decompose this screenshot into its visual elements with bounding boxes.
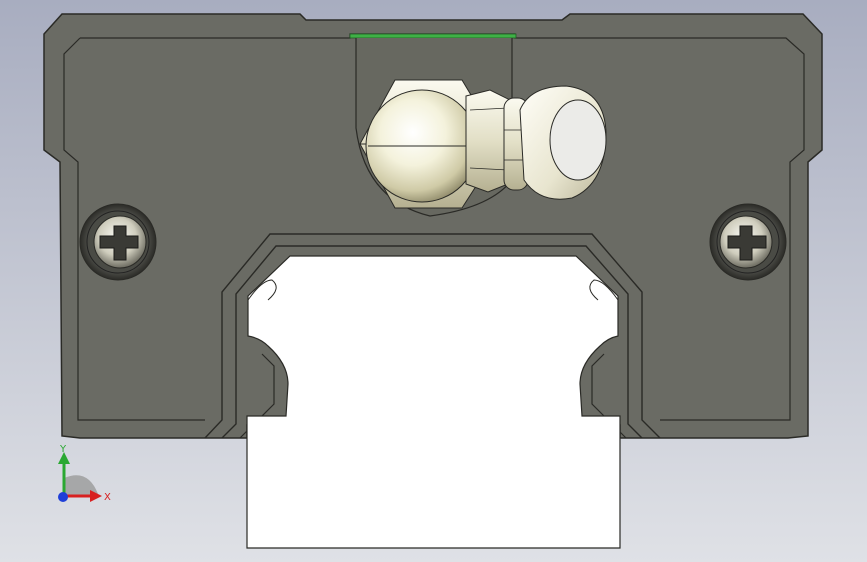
axis-x-label: X <box>104 492 111 503</box>
grease-nipple-icon[interactable] <box>359 79 607 209</box>
cross-head-screw-icon[interactable] <box>79 203 157 281</box>
axis-y-label: Y <box>59 444 67 455</box>
graphics-area[interactable]: Y X <box>0 0 867 562</box>
linear-rail[interactable] <box>246 255 621 549</box>
cross-head-screw-icon[interactable] <box>709 203 787 281</box>
axis-z-origin <box>58 492 68 502</box>
seal-strip <box>349 33 517 39</box>
cad-viewport[interactable]: Y X <box>0 0 867 562</box>
